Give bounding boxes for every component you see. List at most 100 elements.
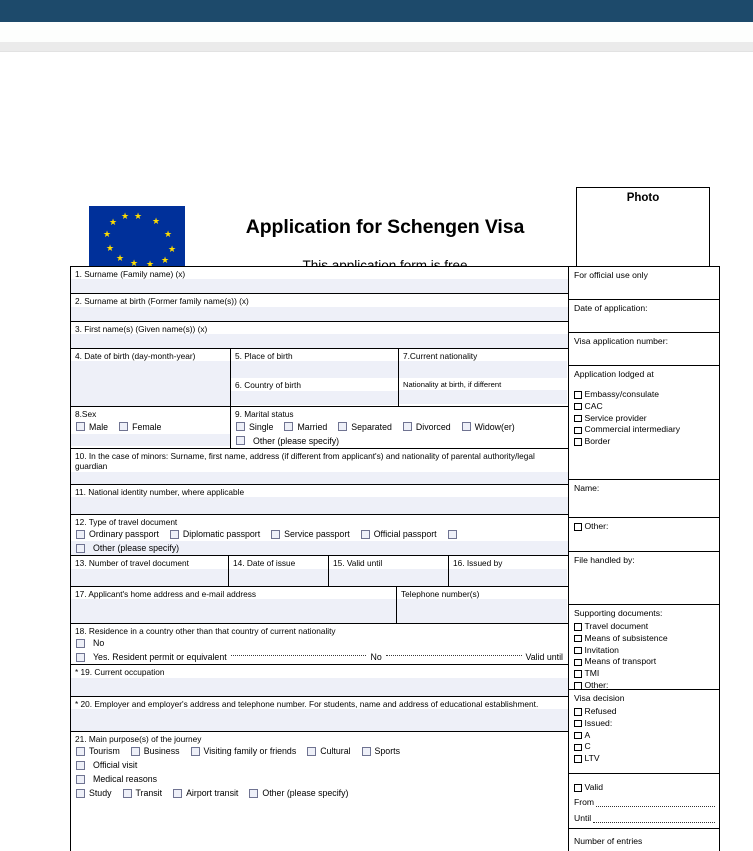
checkbox-purpose-official-visit[interactable]: Official visit [76,760,137,770]
checkbox-icon[interactable] [130,746,140,756]
input-issued-by[interactable] [449,568,567,586]
checkbox-icon[interactable] [574,784,582,792]
input-nationality-at-birth[interactable] [399,389,567,404]
checkbox-travel-doc-extra[interactable] [447,529,461,539]
checkbox-icon[interactable] [574,731,582,740]
checkbox-doc-travel[interactable]: Travel document [574,621,719,633]
checkbox-purpose-tourism[interactable]: Tourism [76,746,120,756]
checkbox-icon[interactable] [338,422,348,432]
input-valid-until-official[interactable] [593,821,715,823]
checkbox-purpose-study[interactable]: Study [76,788,112,798]
checkbox-icon[interactable] [76,638,85,648]
checkbox-icon[interactable] [173,788,183,798]
checkbox-icon[interactable] [574,743,582,752]
checkbox-icon[interactable] [574,623,582,631]
input-date-of-birth[interactable] [71,361,230,407]
checkbox-marital-divorced[interactable]: Divorced [402,422,451,432]
checkbox-lodged-cac[interactable]: CAC [574,401,719,413]
input-country-of-birth[interactable] [231,390,398,405]
checkbox-lodged-service-provider[interactable]: Service provider [574,413,719,425]
checkbox-icon[interactable] [169,529,179,539]
checkbox-icon[interactable] [574,402,582,411]
input-place-of-birth[interactable] [231,361,398,379]
input-current-nationality[interactable] [399,361,567,379]
checkbox-marital-single[interactable]: Single [236,422,273,432]
checkbox-icon[interactable] [574,658,582,667]
checkbox-icon[interactable] [236,422,245,432]
input-surname-at-birth[interactable] [71,306,568,321]
checkbox-icon[interactable] [76,422,85,432]
checkbox-decision-a[interactable]: A [574,730,719,742]
checkbox-icon[interactable] [190,746,200,756]
checkbox-icon[interactable] [76,774,85,784]
input-permit-number[interactable] [230,655,367,657]
checkbox-icon[interactable] [574,523,582,531]
checkbox-icon[interactable] [76,529,85,539]
checkbox-icon[interactable] [76,746,85,756]
checkbox-icon[interactable] [284,422,294,432]
input-first-names[interactable] [71,334,568,349]
input-occupation[interactable] [71,677,568,696]
checkbox-icon[interactable] [461,422,471,432]
input-home-address[interactable] [71,598,396,623]
checkbox-lodged-commercial[interactable]: Commercial intermediary [574,424,719,436]
checkbox-icon[interactable] [574,682,582,690]
checkbox-doc-subsistence[interactable]: Means of subsistence [574,633,719,645]
checkbox-purpose-medical[interactable]: Medical reasons [76,774,157,784]
checkbox-icon[interactable] [119,422,129,432]
checkbox-purpose-visiting[interactable]: Visiting family or friends [190,746,296,756]
checkbox-doc-invitation[interactable]: Invitation [574,645,719,657]
checkbox-icon[interactable] [447,529,457,539]
checkbox-marital-widow[interactable]: Widow(er) [461,422,515,432]
checkbox-marital-separated[interactable]: Separated [338,422,392,432]
checkbox-icon[interactable] [249,788,259,798]
checkbox-icon[interactable] [76,788,85,798]
checkbox-icon[interactable] [574,391,582,399]
checkbox-official-passport[interactable]: Official passport [360,529,437,539]
checkbox-residence-yes[interactable] [76,652,85,662]
checkbox-icon[interactable] [76,543,85,553]
checkbox-residence-no[interactable]: No [76,638,104,648]
checkbox-ordinary-passport[interactable]: Ordinary passport [76,529,159,539]
checkbox-sex-male[interactable]: Male [76,422,108,432]
checkbox-icon[interactable] [402,422,412,432]
checkbox-decision-c[interactable]: C [574,741,719,753]
checkbox-marital-married[interactable]: Married [284,422,327,432]
checkbox-decision-ltv[interactable]: LTV [574,753,719,765]
checkbox-icon[interactable] [360,529,370,539]
checkbox-doc-tmi[interactable]: TMI [574,668,719,680]
checkbox-purpose-sports[interactable]: Sports [361,746,400,756]
checkbox-lodged-border[interactable]: Border [574,436,719,448]
checkbox-icon[interactable] [574,755,582,763]
checkbox-icon[interactable] [574,719,582,728]
checkbox-sex-female[interactable]: Female [119,422,161,432]
checkbox-icon[interactable] [271,529,281,539]
input-doc-number[interactable] [71,568,228,586]
input-minors[interactable] [71,471,568,484]
checkbox-lodged-embassy[interactable]: Embassy/consulate [574,389,719,401]
checkbox-purpose-business[interactable]: Business [130,746,180,756]
checkbox-purpose-cultural[interactable]: Cultural [307,746,351,756]
checkbox-decision-issued[interactable]: Issued: [574,718,719,730]
checkbox-icon[interactable] [307,746,317,756]
checkbox-marital-other[interactable]: Other (please specify) [236,436,339,446]
checkbox-icon[interactable] [574,634,582,643]
checkbox-purpose-transit[interactable]: Transit [122,788,162,798]
input-valid-from[interactable] [596,805,715,807]
input-national-id[interactable] [71,496,568,514]
checkbox-service-passport[interactable]: Service passport [271,529,350,539]
checkbox-icon[interactable] [574,708,582,716]
input-valid-until[interactable] [329,568,448,586]
checkbox-icon[interactable] [574,426,582,435]
checkbox-purpose-other[interactable]: Other (please specify) [249,788,348,798]
checkbox-diplomatic-passport[interactable]: Diplomatic passport [169,529,260,539]
checkbox-icon[interactable] [361,746,371,756]
input-permit-valid[interactable] [385,655,522,657]
checkbox-doc-transport[interactable]: Means of transport [574,656,719,668]
checkbox-icon[interactable] [574,438,582,446]
checkbox-icon[interactable] [574,646,582,655]
checkbox-icon[interactable] [574,414,582,423]
checkbox-purpose-airport-transit[interactable]: Airport transit [173,788,238,798]
checkbox-icon[interactable] [122,788,132,798]
input-date-of-issue[interactable] [229,568,328,586]
